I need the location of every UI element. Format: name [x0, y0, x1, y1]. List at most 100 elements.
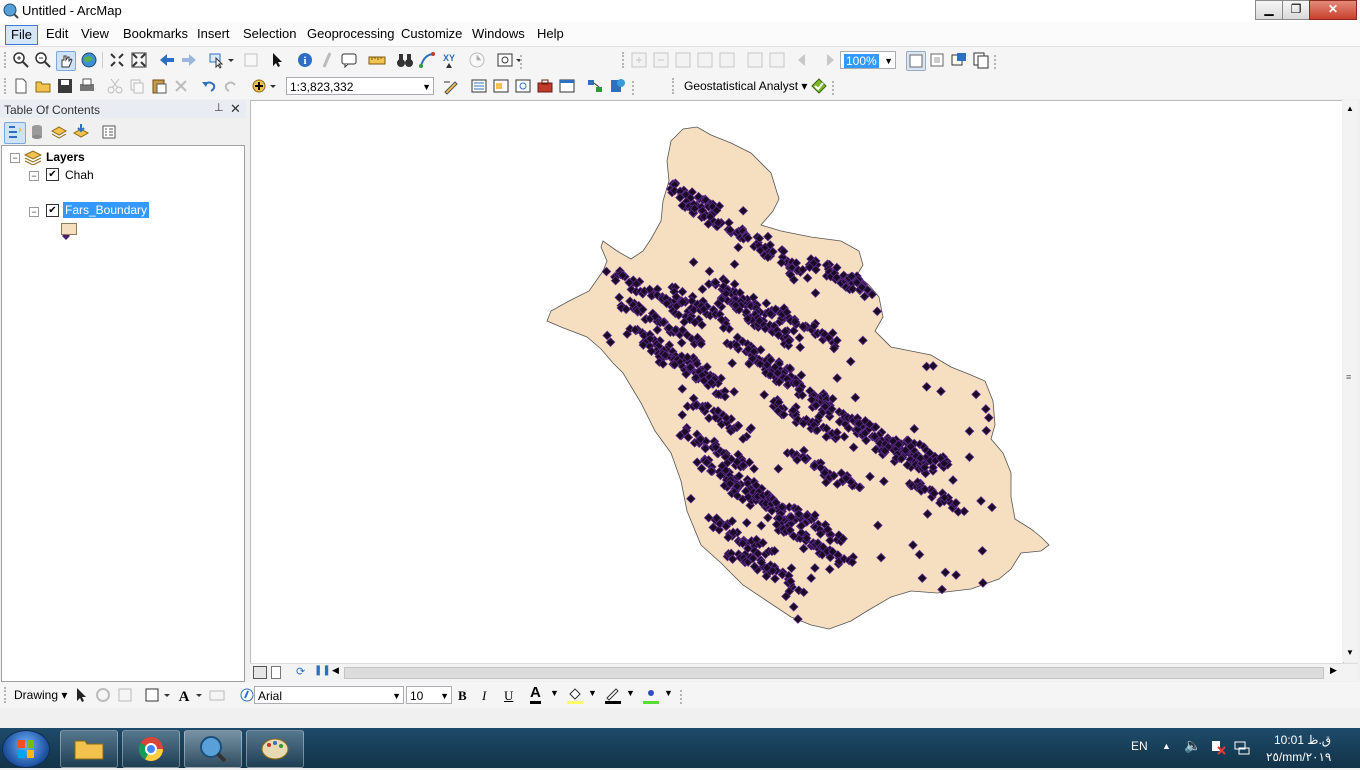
refresh-icon[interactable]: ⟳ [296, 665, 305, 678]
copy-icon[interactable] [128, 77, 146, 95]
rectangle-tool-icon[interactable] [144, 686, 174, 704]
scroll-left-icon[interactable]: ◀ [332, 665, 339, 676]
layout-forward-icon[interactable] [818, 51, 836, 69]
chevron-down-icon[interactable]: ▼ [626, 688, 635, 698]
forward-extent-icon[interactable] [180, 51, 198, 69]
pan-hand-icon[interactable] [56, 51, 76, 71]
toolbar-grip[interactable] [4, 687, 9, 703]
pin-icon[interactable]: ⊥ [214, 101, 224, 114]
clock-date[interactable]: ٢٥/mm/٢٠١٩ [1266, 750, 1331, 764]
toolbar-grip[interactable] [4, 52, 9, 68]
start-button[interactable] [2, 730, 50, 768]
network-icon[interactable] [1234, 739, 1250, 755]
layout-toolbar-grip[interactable] [622, 52, 627, 68]
change-layout-icon[interactable] [950, 51, 968, 69]
print-icon[interactable] [78, 77, 96, 95]
collapse-chah-toggle[interactable]: − [29, 171, 39, 181]
fixed-zoom-out-icon[interactable] [130, 51, 148, 69]
taskbar-arcmap[interactable] [184, 730, 242, 768]
find-binoculars-icon[interactable] [396, 51, 414, 69]
data-view-icon[interactable] [253, 666, 267, 679]
collapse-fars-boundary-toggle[interactable]: − [29, 207, 39, 217]
list-by-selection-icon[interactable] [72, 123, 90, 141]
layout-zoom-whole-page-icon[interactable] [696, 51, 714, 69]
select-elements-icon[interactable] [72, 686, 90, 704]
zoom-in-icon[interactable] [12, 51, 30, 69]
layer-fars-boundary-label[interactable]: Fars_Boundary [63, 202, 150, 218]
select-elements-arrow-icon[interactable] [268, 51, 286, 69]
italic-button[interactable]: I [482, 688, 486, 704]
layout-fixed-zoom-in-icon[interactable] [746, 51, 764, 69]
open-folder-icon[interactable] [34, 77, 52, 95]
map-horizontal-scrollbar[interactable]: ⟳ ❚❚ ◀ ▶ [250, 663, 1358, 681]
layout-zoom-100-icon[interactable] [718, 51, 736, 69]
menu-bookmarks[interactable]: Bookmarks [118, 25, 193, 43]
menu-customize[interactable]: Customize [396, 25, 467, 43]
font-color-button[interactable]: A [530, 685, 541, 704]
focus-data-frame-icon[interactable] [928, 51, 946, 69]
taskbar-paint[interactable] [246, 730, 304, 768]
toolbar-grip[interactable] [4, 78, 9, 94]
chevron-down-icon[interactable]: ▼ [550, 688, 559, 698]
go-to-xy-icon[interactable]: XY [440, 51, 458, 69]
new-document-icon[interactable] [12, 77, 30, 95]
clock-time[interactable]: ق.ظ 10:01 [1274, 733, 1331, 747]
select-features-icon[interactable] [208, 51, 234, 69]
add-data-icon[interactable] [250, 77, 278, 95]
menu-view[interactable]: View [76, 25, 114, 43]
cut-scissors-icon[interactable] [106, 77, 124, 95]
menu-file[interactable]: File [5, 25, 38, 45]
layers-root-label[interactable]: Layers [46, 150, 85, 164]
modelbuilder-icon[interactable] [586, 77, 604, 95]
horizontal-scroll-thumb[interactable] [344, 667, 1324, 679]
line-color-pen-icon[interactable] [604, 686, 622, 704]
taskbar-file-explorer[interactable] [60, 730, 118, 768]
layout-zoom-combo[interactable]: 100% ▼ [840, 51, 896, 69]
layout-back-icon[interactable] [796, 51, 814, 69]
catalog-window-icon[interactable] [492, 77, 510, 95]
layout-view-icon[interactable] [271, 666, 281, 679]
chevron-down-icon[interactable]: ▼ [664, 688, 673, 698]
create-viewer-window-icon[interactable] [496, 51, 522, 69]
fill-color-bucket-icon[interactable] [566, 686, 584, 704]
editor-toolbar-icon[interactable] [442, 77, 460, 95]
text-tool-icon[interactable]: A [176, 686, 206, 704]
zoom-out-icon[interactable] [34, 51, 52, 69]
fixed-zoom-in-icon[interactable] [108, 51, 126, 69]
time-slider-icon[interactable] [468, 51, 486, 69]
taskbar-chrome[interactable] [122, 730, 180, 768]
layout-zoom-out-icon[interactable] [652, 51, 670, 69]
scroll-grip-icon[interactable]: ≡ [1346, 372, 1351, 382]
font-name-combo[interactable]: Arial ▼ [254, 686, 404, 704]
minimize-button[interactable]: ▁ [1255, 0, 1283, 20]
fars-boundary-polygon-symbol[interactable] [61, 223, 77, 235]
toolbar-grip[interactable] [672, 78, 677, 94]
rotate-icon[interactable] [94, 686, 112, 704]
volume-icon[interactable]: 🔈 [1184, 737, 1201, 754]
arcgis-online-icon[interactable] [608, 77, 626, 95]
chevron-down-icon[interactable]: ▼ [588, 688, 597, 698]
layout-zoom-in-icon[interactable] [630, 51, 648, 69]
list-by-visibility-icon[interactable] [50, 123, 68, 141]
pause-drawing-icon[interactable]: ❚❚ [314, 665, 331, 676]
hyperlink-icon[interactable] [318, 51, 336, 69]
search-window-icon[interactable] [514, 77, 532, 95]
layer-chah-label[interactable]: Chah [65, 168, 94, 182]
data-driven-pages-icon[interactable] [972, 51, 990, 69]
bold-button[interactable]: B [458, 688, 467, 704]
show-hidden-icons-icon[interactable]: ▲ [1162, 741, 1171, 751]
layout-pan-icon[interactable] [674, 51, 692, 69]
measure-ruler-icon[interactable] [368, 51, 386, 69]
close-button[interactable]: ✕ [1309, 0, 1357, 20]
new-text-label-icon[interactable] [208, 686, 226, 704]
options-list-icon[interactable] [100, 123, 118, 141]
scroll-up-icon[interactable]: ▲ [1346, 104, 1354, 113]
paste-icon[interactable] [150, 77, 168, 95]
arctoolbox-icon[interactable] [536, 77, 554, 95]
layout-fixed-zoom-out-icon[interactable] [768, 51, 786, 69]
menu-selection[interactable]: Selection [238, 25, 301, 43]
toc-close-icon[interactable]: ✕ [230, 101, 241, 117]
clear-selection-icon[interactable] [242, 51, 260, 69]
undo-icon[interactable] [200, 77, 218, 95]
chah-visibility-checkbox[interactable]: ✔ [46, 168, 59, 181]
